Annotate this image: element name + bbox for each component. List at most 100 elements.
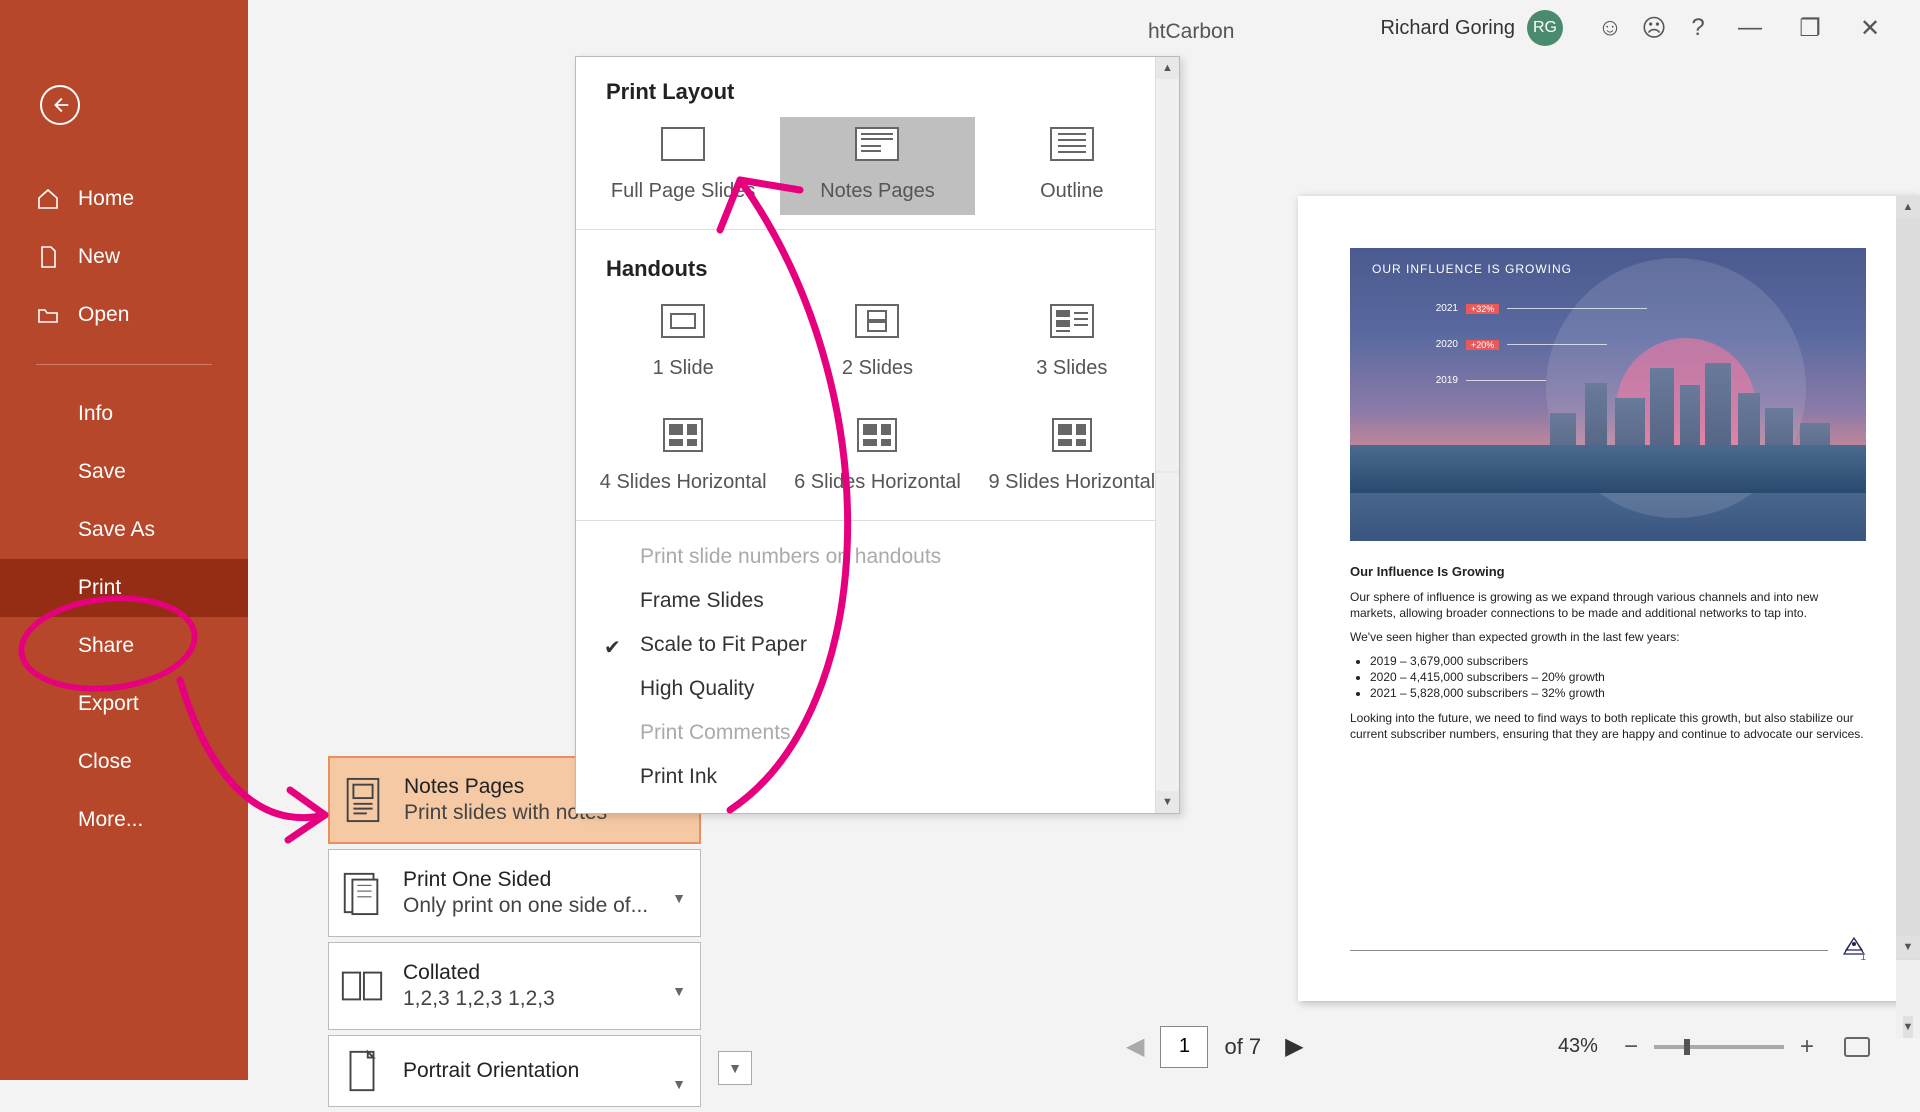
prev-page-button[interactable]: ◀ bbox=[1118, 1032, 1152, 1061]
preview-scrollbar[interactable]: ▲ ▼ ▼ bbox=[1896, 196, 1920, 1038]
notes-paragraph: Looking into the future, we need to find… bbox=[1350, 710, 1866, 742]
year-row: 2020+20% bbox=[1428, 339, 1607, 350]
sidebar-label: Close bbox=[78, 750, 132, 774]
zoom-in-button[interactable]: + bbox=[1794, 1033, 1820, 1061]
slide-thumbnail: OUR INFLUENCE IS GROWING 2021+32% 2020+2… bbox=[1350, 248, 1866, 541]
slider-handle[interactable] bbox=[1684, 1039, 1690, 1055]
chevron-down-icon: ▼ bbox=[672, 983, 686, 999]
feedback-smile-icon[interactable]: ☺ bbox=[1588, 6, 1632, 50]
notes-paragraph: Our sphere of influence is growing as we… bbox=[1350, 589, 1866, 621]
sidebar-label: Export bbox=[78, 692, 139, 716]
option-label: 6 Slides Horizontal bbox=[794, 470, 961, 494]
outline-icon bbox=[1050, 127, 1094, 161]
print-preview: OUR INFLUENCE IS GROWING 2021+32% 2020+2… bbox=[1068, 196, 1920, 1069]
grid-icon bbox=[1052, 418, 1092, 452]
layout-option-outline[interactable]: Outline bbox=[975, 117, 1169, 215]
section-title-handouts: Handouts bbox=[576, 234, 1179, 288]
sidebar-label: More... bbox=[78, 808, 143, 832]
help-icon[interactable]: ? bbox=[1676, 6, 1720, 50]
option-label: 9 Slides Horizontal bbox=[988, 470, 1155, 494]
setting-sides[interactable]: Print One Sided Only print on one side o… bbox=[328, 849, 701, 937]
sidebar-item-open[interactable]: Open bbox=[0, 286, 248, 344]
sidebar-label: Home bbox=[78, 187, 134, 211]
option-label: Notes Pages bbox=[820, 179, 935, 203]
handout-option-6h[interactable]: 6 Slides Horizontal bbox=[780, 408, 974, 506]
sidebar-item-share[interactable]: Share bbox=[0, 617, 248, 675]
portrait-icon bbox=[339, 1048, 385, 1094]
two-slides-icon bbox=[855, 304, 899, 338]
sidebar-item-more[interactable]: More... bbox=[0, 791, 248, 849]
print-layout-dropdown: Print Layout Full Page Slides Notes Page… bbox=[575, 56, 1180, 814]
notes-bullet: 2020 – 4,415,000 subscribers – 20% growt… bbox=[1370, 669, 1866, 685]
handout-option-2-slides[interactable]: 2 Slides bbox=[780, 294, 974, 392]
zoom-out-button[interactable]: − bbox=[1618, 1033, 1644, 1061]
menu-item-scale-to-fit[interactable]: ✔Scale to Fit Paper bbox=[576, 623, 1179, 667]
handout-option-3-slides[interactable]: 3 Slides bbox=[975, 294, 1169, 392]
sidebar-item-info[interactable]: Info bbox=[0, 385, 248, 443]
scroll-up-icon[interactable]: ▲ bbox=[1896, 196, 1920, 218]
next-page-button[interactable]: ▶ bbox=[1277, 1032, 1311, 1061]
scroll-thumb[interactable] bbox=[1896, 218, 1920, 1014]
menu-item-frame-slides[interactable]: Frame Slides bbox=[576, 579, 1179, 623]
page-total: of 7 bbox=[1224, 1034, 1261, 1060]
option-label: 2 Slides bbox=[842, 356, 913, 380]
fit-to-page-button[interactable] bbox=[1844, 1037, 1870, 1057]
menu-item-print-ink[interactable]: Print Ink bbox=[576, 755, 1179, 799]
check-icon: ✔ bbox=[604, 635, 621, 660]
handout-option-9h[interactable]: 9 Slides Horizontal bbox=[975, 408, 1169, 506]
back-button[interactable] bbox=[40, 85, 80, 125]
sidebar-label: Save As bbox=[78, 518, 155, 542]
scroll-down-icon[interactable]: ▼ bbox=[1896, 936, 1920, 958]
page-input[interactable] bbox=[1160, 1026, 1208, 1068]
setting-collated[interactable]: Collated 1,2,3 1,2,3 1,2,3 ▼ bbox=[328, 942, 701, 1030]
zoom-percent: 43% bbox=[1558, 1035, 1598, 1058]
feedback-frown-icon[interactable]: ☹ bbox=[1632, 6, 1676, 50]
main-content: Print Layout Full Page Slides Notes Page… bbox=[248, 56, 1920, 1080]
close-window-button[interactable]: ✕ bbox=[1840, 6, 1900, 50]
sidebar-item-close[interactable]: Close bbox=[0, 733, 248, 791]
divider bbox=[576, 229, 1179, 230]
menu-item-high-quality[interactable]: High Quality bbox=[576, 667, 1179, 711]
dropdown-scrollbar[interactable]: ▲ ▼ ▼ bbox=[1155, 57, 1179, 813]
preview-page: OUR INFLUENCE IS GROWING 2021+32% 2020+2… bbox=[1298, 196, 1918, 1001]
page-number: 1 bbox=[1860, 952, 1866, 963]
user-name: Richard Goring bbox=[1380, 17, 1515, 40]
sidebar-item-save[interactable]: Save bbox=[0, 443, 248, 501]
layout-option-full-slides[interactable]: Full Page Slides bbox=[586, 117, 780, 215]
scroll-down-icon[interactable]: ▼ bbox=[1156, 791, 1179, 813]
avatar[interactable]: RG bbox=[1527, 10, 1563, 46]
sidebar-item-print[interactable]: Print bbox=[0, 559, 248, 617]
setting-line2: Only print on one side of... bbox=[403, 894, 690, 918]
restore-button[interactable]: ❐ bbox=[1780, 6, 1840, 50]
grid-icon bbox=[857, 418, 897, 452]
sidebar-item-save-as[interactable]: Save As bbox=[0, 501, 248, 559]
setting-orientation[interactable]: Portrait Orientation ▼ bbox=[328, 1035, 701, 1107]
year-row: 2021+32% bbox=[1428, 303, 1647, 314]
sidebar-label: New bbox=[78, 245, 120, 269]
handout-option-4h[interactable]: 4 Slides Horizontal bbox=[586, 408, 780, 506]
notes-text: Our Influence Is Growing Our sphere of i… bbox=[1350, 563, 1866, 742]
notes-bullet: 2019 – 3,679,000 subscribers bbox=[1370, 653, 1866, 669]
layout-option-notes-pages[interactable]: Notes Pages bbox=[780, 117, 974, 215]
scroll-down-icon[interactable]: ▼ bbox=[1903, 1016, 1914, 1038]
minimize-button[interactable]: — bbox=[1720, 6, 1780, 50]
chevron-down-icon: ▼ bbox=[672, 890, 686, 906]
grid-icon bbox=[663, 418, 703, 452]
notes-bullet: 2021 – 5,828,000 subscribers – 32% growt… bbox=[1370, 685, 1866, 701]
divider bbox=[36, 364, 212, 365]
notes-heading: Our Influence Is Growing bbox=[1350, 563, 1866, 581]
notes-paragraph: We've seen higher than expected growth i… bbox=[1350, 629, 1866, 645]
document-title: htCarbon bbox=[1148, 20, 1234, 44]
zoom-slider[interactable] bbox=[1654, 1045, 1784, 1049]
sidebar-item-export[interactable]: Export bbox=[0, 675, 248, 733]
one-slide-icon bbox=[661, 304, 705, 338]
option-label: 4 Slides Horizontal bbox=[600, 470, 767, 494]
page-divider bbox=[1350, 950, 1828, 951]
sidebar-item-new[interactable]: New bbox=[0, 228, 248, 286]
handout-option-1-slide[interactable]: 1 Slide bbox=[586, 294, 780, 392]
sidebar-item-home[interactable]: Home bbox=[0, 170, 248, 228]
option-label: 3 Slides bbox=[1036, 356, 1107, 380]
scroll-up-icon[interactable]: ▲ bbox=[1156, 57, 1179, 79]
new-icon bbox=[36, 245, 60, 269]
full-slides-icon bbox=[661, 127, 705, 161]
